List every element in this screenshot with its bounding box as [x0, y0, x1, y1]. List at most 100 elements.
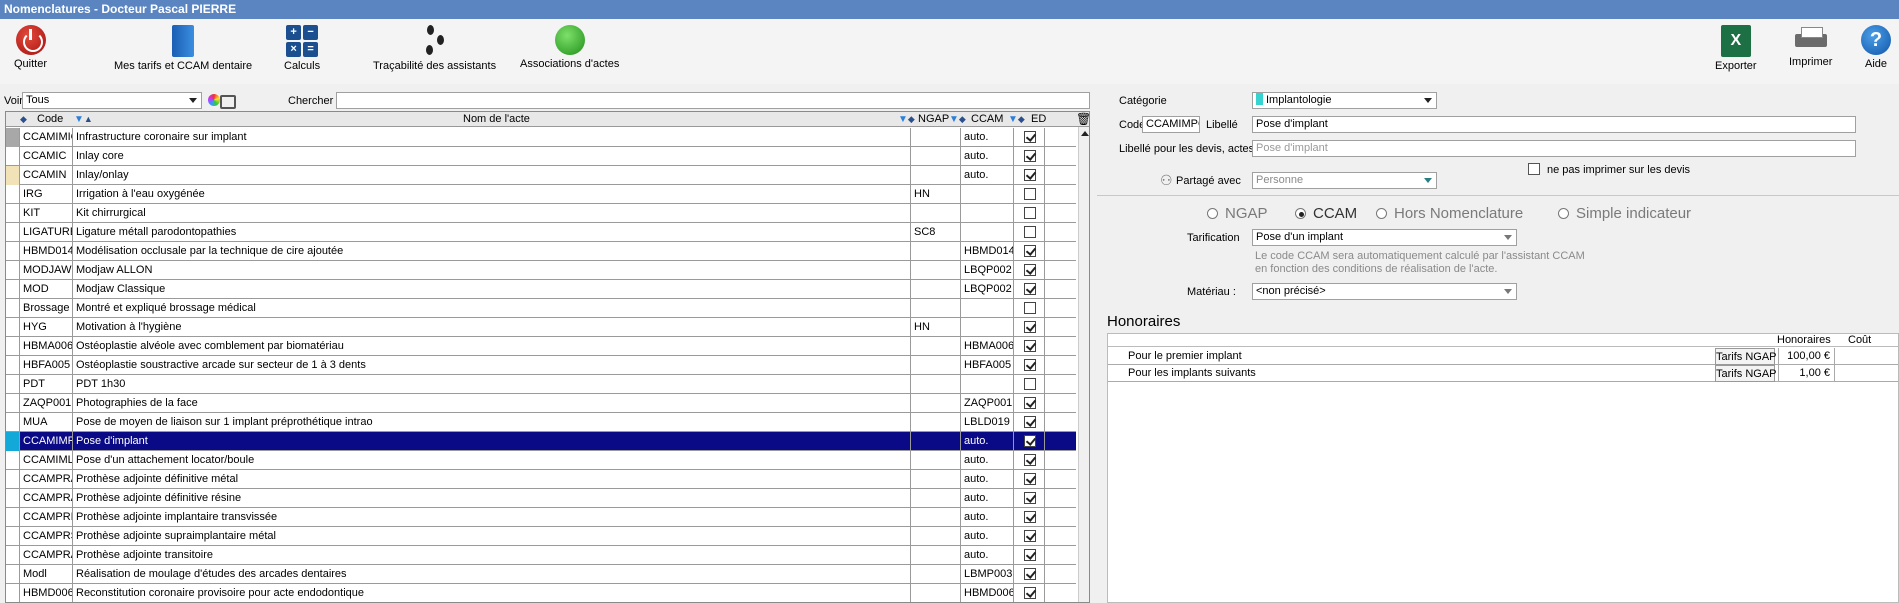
table-row[interactable]: MUA Pose de moyen de liaison sur 1 implan… [6, 413, 1076, 432]
table-row[interactable]: CCAMIN Inlay/onlay auto. [6, 166, 1076, 185]
voir-select[interactable]: Tous [22, 92, 202, 109]
ed-checkbox[interactable] [1024, 549, 1036, 561]
tracabilite-button[interactable]: Traçabilité des assistants [373, 25, 496, 72]
no-print-checkbox[interactable] [1528, 163, 1540, 175]
associations-button[interactable]: Associations d'actes [520, 25, 619, 70]
table-row[interactable]: CCAMIMICInfrastructure coronaire sur imp… [6, 128, 1076, 147]
materiau-select[interactable]: <non précisé> [1252, 283, 1517, 300]
sort-code-icon[interactable]: ◆ [20, 112, 27, 127]
ed-checkbox[interactable] [1024, 131, 1036, 143]
tarifs-ccam-button[interactable]: Mes tarifs et CCAM dentaire [114, 25, 252, 72]
ed-checkbox[interactable] [1024, 492, 1036, 504]
scroll-up-icon[interactable] [1081, 131, 1089, 136]
table-row[interactable]: CCAMPRSMProthèse adjointe supraimplantai… [6, 527, 1076, 546]
ed-checkbox[interactable] [1024, 359, 1036, 371]
filter-ed-icon[interactable]: ▼◆ [1008, 112, 1025, 127]
ed-checkbox[interactable] [1024, 435, 1036, 447]
header-code[interactable]: Code [37, 112, 63, 127]
ed-checkbox[interactable] [1024, 587, 1036, 599]
mode-ccam-radio[interactable]: CCAM [1295, 205, 1357, 222]
ed-checkbox[interactable] [1024, 511, 1036, 523]
search-input[interactable] [336, 92, 1090, 109]
mode-simple-radio[interactable]: Simple indicateur [1558, 205, 1691, 222]
table-row[interactable]: KIT Kit chirrurgical [6, 204, 1076, 223]
ed-checkbox[interactable] [1024, 473, 1036, 485]
ed-checkbox[interactable] [1024, 568, 1036, 580]
help-icon: ? [1861, 25, 1891, 55]
ed-checkbox[interactable] [1024, 264, 1036, 276]
devis-field[interactable]: Pose d'implant [1252, 140, 1856, 157]
libelle-field[interactable]: Pose d'implant [1252, 116, 1856, 133]
table-row[interactable]: HBMD014 Modélisation occlusale par la tec… [6, 242, 1076, 261]
category-select[interactable]: Implantologie [1252, 92, 1437, 109]
ed-checkbox[interactable] [1024, 169, 1036, 181]
ed-checkbox[interactable] [1024, 188, 1036, 200]
cout-value[interactable] [1835, 348, 1898, 365]
honoraires-amount[interactable]: 100,00 € [1778, 348, 1835, 365]
partage-select[interactable]: Personne [1252, 172, 1437, 189]
table-row[interactable]: ZAQP001 Photographies de la face ZAQP001 [6, 394, 1076, 413]
filter-code-icon[interactable]: ▼▲ [74, 112, 93, 127]
mode-ngap-radio[interactable]: NGAP [1207, 205, 1268, 222]
header-ccam[interactable]: CCAM [971, 112, 1003, 127]
table-row[interactable]: HBMA006 Ostéoplastie alvéole avec comblem… [6, 337, 1076, 356]
honoraires-amount[interactable]: 1,00 € [1778, 365, 1835, 382]
table-row[interactable]: CCAMIMPOPose d'implant auto. [6, 432, 1076, 451]
cell-ngap [910, 451, 960, 470]
quit-button[interactable]: Quitter [14, 25, 47, 70]
cell-name: Prothèse adjointe supraimplantaire métal [72, 527, 910, 546]
tarif-ngap-button[interactable]: Tarifs NGAP [1715, 348, 1777, 365]
filter-ngap-icon[interactable]: ▼◆ [898, 112, 915, 127]
partage-label: Partagé avec [1176, 175, 1241, 187]
ed-checkbox[interactable] [1024, 150, 1036, 162]
table-row[interactable]: LIGATURE Ligature métall parodontopathies… [6, 223, 1076, 242]
clear-filter-icon[interactable] [208, 92, 236, 109]
ed-checkbox[interactable] [1024, 530, 1036, 542]
cell-ed [1013, 489, 1045, 508]
table-row[interactable]: CCAMPRARProthèse adjointe définitive rés… [6, 489, 1076, 508]
table-row[interactable]: CCAMIMLI Pose d'un attachement locator/bo… [6, 451, 1076, 470]
cell-ccam [960, 299, 1013, 318]
export-button[interactable]: X Exporter [1715, 25, 1757, 72]
header-name[interactable]: Nom de l'acte [463, 112, 530, 127]
trash-icon[interactable]: 🗑 [1076, 112, 1089, 127]
tarif-ngap-button[interactable]: Tarifs NGAP [1715, 365, 1777, 382]
ed-checkbox[interactable] [1024, 416, 1036, 428]
honoraires-row-label: Pour le premier implant [1128, 350, 1242, 362]
table-row[interactable]: CCAMPRATProthèse adjointe transitoire aut… [6, 546, 1076, 565]
ed-checkbox[interactable] [1024, 378, 1036, 390]
ed-checkbox[interactable] [1024, 340, 1036, 352]
table-row[interactable]: Brossage Montré et expliqué brossage médi… [6, 299, 1076, 318]
table-row[interactable]: CCAMPRITProthèse adjointe implantaire tr… [6, 508, 1076, 527]
header-ed[interactable]: ED [1031, 112, 1046, 127]
ed-checkbox[interactable] [1024, 207, 1036, 219]
ccam-hint-line1: Le code CCAM sera automatiquement calcul… [1255, 250, 1585, 262]
table-row[interactable]: CCAMPRAMProthèse adjointe définitive mét… [6, 470, 1076, 489]
header-ngap[interactable]: NGAP [918, 112, 949, 127]
cout-value[interactable] [1835, 365, 1898, 382]
table-row[interactable]: HYG Motivation à l'hygiène HN [6, 318, 1076, 337]
table-row[interactable]: MODJAW Modjaw ALLON LBQP002 [6, 261, 1076, 280]
tarification-select[interactable]: Pose d'un implant [1252, 229, 1517, 246]
code-field[interactable]: CCAMIMPO [1142, 116, 1200, 133]
print-button[interactable]: Imprimer [1789, 25, 1832, 68]
ed-checkbox[interactable] [1024, 302, 1036, 314]
table-row[interactable]: HBFA005 Ostéoplastie soustractive arcade … [6, 356, 1076, 375]
table-row[interactable]: IRG Irrigation à l'eau oxygénée HN [6, 185, 1076, 204]
table-row[interactable]: PDT PDT 1h30 [6, 375, 1076, 394]
filter-ccam-icon[interactable]: ▼◆ [949, 112, 966, 127]
table-row[interactable]: HBMD006 Reconstitution coronaire provisoi… [6, 584, 1076, 602]
ed-checkbox[interactable] [1024, 245, 1036, 257]
table-row[interactable]: CCAMIC Inlay core auto. [6, 147, 1076, 166]
calculs-button[interactable]: + − × = Calculs [284, 25, 320, 72]
help-button[interactable]: ? Aide [1861, 25, 1891, 70]
mode-hors-radio[interactable]: Hors Nomenclature [1376, 205, 1523, 222]
ed-checkbox[interactable] [1024, 321, 1036, 333]
ed-checkbox[interactable] [1024, 397, 1036, 409]
table-row[interactable]: MOD Modjaw Classique LBQP002 [6, 280, 1076, 299]
vertical-scrollbar[interactable] [1078, 127, 1089, 602]
ed-checkbox[interactable] [1024, 283, 1036, 295]
table-row[interactable]: Modl Réalisation de moulage d'études des … [6, 565, 1076, 584]
ed-checkbox[interactable] [1024, 226, 1036, 238]
ed-checkbox[interactable] [1024, 454, 1036, 466]
